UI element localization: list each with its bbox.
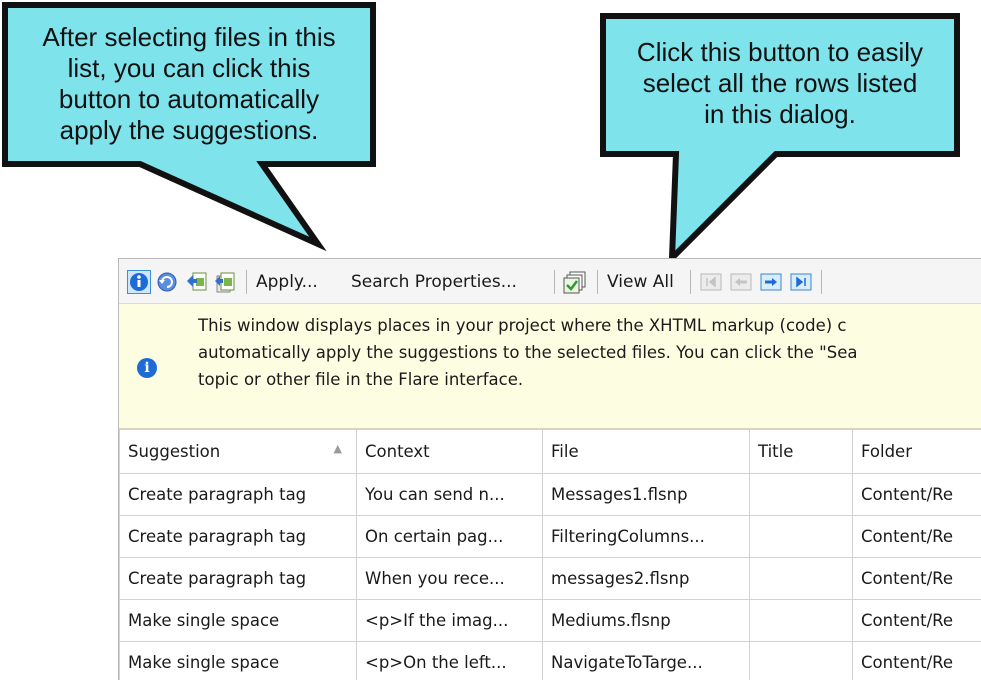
cell-file: FilteringColumns... xyxy=(543,516,750,558)
callout-line: After selecting files in this xyxy=(14,22,364,53)
first-page-icon[interactable] xyxy=(699,270,723,294)
open-folder-file-icon[interactable] xyxy=(213,270,237,294)
previous-page-icon[interactable] xyxy=(729,270,753,294)
cell-file: Mediums.flsnp xyxy=(543,600,750,642)
toolbar-separator xyxy=(554,270,555,294)
info-icon: i xyxy=(137,358,157,378)
search-properties-button[interactable]: Search Properties... xyxy=(351,271,517,293)
refresh-icon[interactable] xyxy=(155,270,179,294)
callout-line: in this dialog. xyxy=(612,99,948,130)
cell-suggestion: Make single space xyxy=(120,642,357,680)
cell-folder: Content/Re xyxy=(853,600,981,642)
info-bar: i This window displays places in your pr… xyxy=(119,304,981,429)
cell-context: When you rece... xyxy=(357,558,543,600)
select-all-icon[interactable] xyxy=(563,270,587,294)
next-page-icon[interactable] xyxy=(759,270,783,294)
cell-context: You can send n... xyxy=(357,474,543,516)
cell-context: <p>On the left... xyxy=(357,642,543,680)
last-page-icon[interactable] xyxy=(789,270,813,294)
callout-line: Click this button to easily xyxy=(612,37,948,68)
suggestions-table: Suggestion▲ Context File Title Folder Cr… xyxy=(119,429,981,680)
callout-2-text: Click this button to easily select all t… xyxy=(612,37,948,130)
column-header-title[interactable]: Title xyxy=(750,430,853,474)
column-header-context[interactable]: Context xyxy=(357,430,543,474)
cell-suggestion: Make single space xyxy=(120,600,357,642)
cell-suggestion: Create paragraph tag xyxy=(120,516,357,558)
cell-title xyxy=(750,516,853,558)
column-header-folder[interactable]: Folder xyxy=(853,430,981,474)
callout-line: apply the suggestions. xyxy=(14,115,364,146)
sort-ascending-icon: ▲ xyxy=(334,442,342,455)
cell-context: <p>If the imag... xyxy=(357,600,543,642)
cell-file: NavigateToTarge... xyxy=(543,642,750,680)
toolbar-separator xyxy=(246,270,247,294)
cell-suggestion: Create paragraph tag xyxy=(120,474,357,516)
apply-button[interactable]: Apply... xyxy=(256,271,318,293)
info-icon[interactable] xyxy=(127,270,151,294)
info-text: This window displays places in your proj… xyxy=(198,312,981,393)
table-row[interactable]: Create paragraph tag When you rece... me… xyxy=(120,558,981,600)
toolbar-separator xyxy=(597,270,598,294)
table-row[interactable]: Make single space <p>On the left... Navi… xyxy=(120,642,981,680)
cell-folder: Content/Re xyxy=(853,558,981,600)
view-all-button[interactable]: View All xyxy=(607,271,674,293)
column-header-suggestion[interactable]: Suggestion▲ xyxy=(120,430,357,474)
cell-folder: Content/Re xyxy=(853,516,981,558)
toolbar-separator xyxy=(821,270,822,294)
info-line: This window displays places in your proj… xyxy=(198,312,981,339)
table-row[interactable]: Make single space <p>If the imag... Medi… xyxy=(120,600,981,642)
cell-file: Messages1.flsnp xyxy=(543,474,750,516)
info-line: topic or other file in the Flare interfa… xyxy=(198,366,981,393)
cell-folder: Content/Re xyxy=(853,474,981,516)
table-row[interactable]: Create paragraph tag You can send n... M… xyxy=(120,474,981,516)
callout-1-text: After selecting files in this list, you … xyxy=(14,22,364,146)
cell-title xyxy=(750,474,853,516)
table-row[interactable]: Create paragraph tag On certain pag... F… xyxy=(120,516,981,558)
callout-line: list, you can click this xyxy=(14,53,364,84)
toolbar: Apply... Search Properties... View All xyxy=(119,259,981,304)
cell-title xyxy=(750,642,853,680)
info-line: automatically apply the suggestions to t… xyxy=(198,339,981,366)
analysis-window: Apply... Search Properties... View All xyxy=(118,258,981,680)
cell-title xyxy=(750,600,853,642)
cell-folder: Content/Re xyxy=(853,642,981,680)
cell-file: messages2.flsnp xyxy=(543,558,750,600)
callout-line: select all the rows listed xyxy=(612,68,948,99)
column-header-file[interactable]: File xyxy=(543,430,750,474)
table-header-row: Suggestion▲ Context File Title Folder xyxy=(120,430,981,474)
cell-title xyxy=(750,558,853,600)
cell-suggestion: Create paragraph tag xyxy=(120,558,357,600)
cell-context: On certain pag... xyxy=(357,516,543,558)
callout-line: button to automatically xyxy=(14,84,364,115)
open-file-icon[interactable] xyxy=(185,270,209,294)
toolbar-separator xyxy=(690,270,691,294)
